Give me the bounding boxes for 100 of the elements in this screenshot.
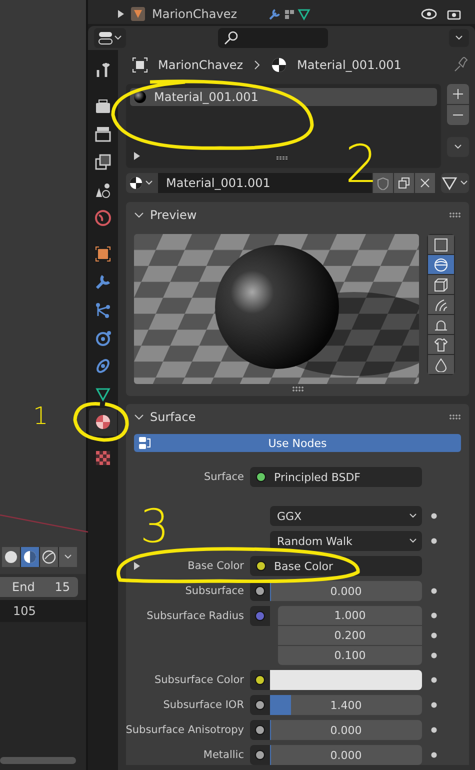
property-label: Base Color (188, 560, 244, 572)
socket-button[interactable] (250, 670, 270, 690)
resize-grip-icon[interactable] (276, 156, 288, 160)
camera-icon[interactable] (447, 8, 461, 20)
chevron-down-icon[interactable] (134, 412, 144, 422)
panel-title[interactable]: Surface (150, 410, 196, 424)
tool-icon (94, 61, 112, 79)
square-icon (434, 238, 448, 252)
cube-preview-button[interactable] (428, 275, 454, 294)
linked-node-field[interactable]: Principled BSDF (250, 467, 422, 487)
expand-arrow-icon[interactable] (118, 10, 124, 18)
plane-preview-button[interactable] (428, 235, 454, 254)
sphere-icon (94, 209, 112, 227)
dropdown-field[interactable]: Random Walk (270, 531, 422, 551)
vector-field[interactable]: 0.100 (278, 646, 422, 665)
shapes-icon (94, 181, 112, 199)
chevron-down-icon[interactable] (134, 210, 144, 220)
orbit-icon (94, 329, 112, 347)
add-slot-button[interactable] (447, 84, 469, 104)
value-slider[interactable]: 1.400 (270, 695, 422, 715)
world-preview-button[interactable] (428, 315, 454, 334)
material-sphere-icon (271, 57, 288, 73)
scrollbar[interactable] (0, 757, 76, 764)
shading-mode-button[interactable] (2, 547, 20, 567)
fake-user-button[interactable] (373, 173, 393, 193)
nodes-icon (138, 436, 152, 450)
end-frame-field[interactable]: End 15 (0, 577, 78, 597)
sphere-preview-button[interactable] (428, 255, 454, 274)
vector-field[interactable]: 0.200 (278, 626, 422, 645)
duplicate-button[interactable] (394, 173, 414, 193)
expand-arrow-icon[interactable] (134, 152, 140, 160)
drop-icon (434, 358, 448, 372)
material-slot[interactable]: Material_001.001 (130, 88, 437, 106)
material-sphere-icon (129, 176, 155, 190)
property-label: Subsurface IOR (163, 699, 244, 711)
printer-icon (94, 125, 112, 143)
use-nodes-button[interactable]: Use Nodes (134, 434, 461, 452)
editor-type-button[interactable] (94, 28, 126, 48)
value-slider[interactable]: 0.000 (270, 581, 422, 601)
panel-title[interactable]: Preview (150, 208, 197, 222)
browse-material-button[interactable] (126, 173, 158, 193)
search-icon (224, 31, 238, 45)
expand-arrow-icon[interactable] (134, 562, 140, 570)
material-tab[interactable] (89, 408, 117, 436)
images-icon (94, 153, 112, 171)
cloth-preview-button[interactable] (428, 335, 454, 354)
sphere-icon (94, 413, 112, 431)
breadcrumb-object: MarionChavez (158, 58, 244, 72)
linked-node-field[interactable]: Base Color (250, 556, 422, 576)
hair-preview-button[interactable] (428, 295, 454, 314)
close-icon (420, 178, 430, 188)
nodes-icon (94, 301, 112, 319)
socket-button[interactable] (250, 720, 270, 740)
sphere-icon (434, 258, 448, 272)
node-triangle-icon (441, 175, 469, 191)
dome-icon (434, 318, 448, 332)
checker-icon (94, 449, 112, 467)
object-icon (130, 6, 146, 22)
modifier-icons (268, 7, 312, 21)
remove-slot-button[interactable] (447, 105, 469, 125)
wire-sphere-icon (42, 550, 56, 564)
frame-number: 105 (13, 604, 36, 618)
unlink-button[interactable] (415, 173, 435, 193)
half-sphere-icon (23, 550, 37, 564)
property-label: Subsurface Color (154, 674, 244, 686)
drag-grip-icon[interactable] (449, 212, 461, 218)
search-field[interactable] (218, 28, 328, 48)
object-icon (132, 57, 148, 73)
copy-icon (398, 177, 410, 189)
pin-icon[interactable] (453, 57, 469, 73)
outliner-item[interactable]: MarionChavez (152, 7, 262, 21)
shading-mode-button[interactable] (21, 547, 39, 567)
value-slider[interactable]: 0.000 (270, 745, 422, 765)
property-label: Metallic (203, 749, 244, 761)
color-swatch[interactable] (270, 670, 422, 690)
property-label: Surface (204, 471, 244, 483)
resize-grip-icon[interactable] (292, 386, 304, 392)
property-label: Subsurface Radius (146, 610, 244, 622)
camera-icon (94, 97, 112, 115)
value-slider[interactable]: 0.000 (270, 720, 422, 740)
shading-mode-button[interactable] (40, 547, 58, 567)
hair-icon (434, 298, 448, 312)
socket-button[interactable] (250, 581, 270, 601)
property-label: Subsurface (185, 585, 244, 597)
slot-menu-button[interactable] (447, 137, 469, 157)
fluid-preview-button[interactable] (428, 355, 454, 374)
dropdown-field[interactable]: GGX (270, 506, 422, 526)
dropdown-button[interactable] (59, 547, 77, 567)
eye-icon[interactable] (421, 8, 437, 20)
shield-icon (377, 176, 389, 190)
drag-grip-icon[interactable] (449, 414, 461, 420)
socket-button[interactable] (250, 745, 270, 765)
node-link-button[interactable] (441, 173, 469, 193)
triangle-icon (94, 385, 112, 403)
options-dropdown[interactable] (449, 29, 469, 47)
vector-field[interactable]: 1.000 (278, 606, 422, 625)
chevron-right-icon (253, 60, 262, 70)
property-label: Subsurface Anisotropy (126, 724, 244, 736)
square-icon (94, 245, 112, 263)
socket-button[interactable] (250, 695, 270, 715)
